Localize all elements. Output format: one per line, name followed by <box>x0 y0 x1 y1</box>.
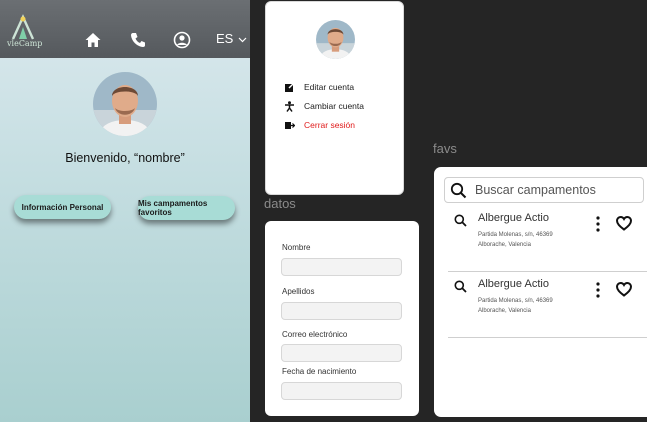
home-screen: vleCamp ES Bienvenido, “nombre” Informac… <box>0 0 250 422</box>
birthdate-field[interactable] <box>281 382 402 400</box>
camp-address: Partida Molenas, s/n, 46369 Alborache, V… <box>478 230 553 250</box>
more-vertical-icon[interactable] <box>596 216 600 232</box>
menu-item-label: Cambiar cuenta <box>304 101 365 111</box>
menu-avatar <box>316 20 355 59</box>
personal-data-form: Nombre Apellidos Correo electrónico Fech… <box>265 221 419 416</box>
avatar-photo <box>316 20 355 59</box>
list-item[interactable]: Albergue Actio Partida Molenas, s/n, 463… <box>448 208 647 272</box>
heart-icon[interactable] <box>616 282 632 297</box>
person-icon <box>285 100 294 112</box>
home-icon[interactable] <box>84 31 102 49</box>
camp-address: Partida Molenas, s/n, 46369 Alborache, V… <box>478 296 553 316</box>
favorite-camps-button[interactable]: Mis campamentos favoritos <box>138 196 235 220</box>
birthdate-label: Fecha de nacimiento <box>282 367 357 376</box>
favorites-panel: Albergue Actio Partida Molenas, s/n, 463… <box>434 167 647 417</box>
chevron-down-icon <box>238 37 247 43</box>
menu-item-edit-account[interactable]: Editar cuenta <box>284 81 354 93</box>
surname-label: Apellidos <box>282 287 315 296</box>
menu-item-label: Cerrar sesión <box>304 120 356 130</box>
app-logo[interactable]: vleCamp <box>7 13 43 55</box>
welcome-text: Bienvenido, “nombre” <box>65 151 185 165</box>
name-field[interactable] <box>281 258 402 276</box>
email-label: Correo electrónico <box>282 330 348 339</box>
search-icon <box>450 182 467 198</box>
logo-text: vleCamp <box>7 39 43 48</box>
camp-address-line: Partida Molenas, s/n, 46369 <box>478 298 553 304</box>
account-menu: Editar cuenta Cambiar cuenta Cerrar sesi… <box>265 1 404 195</box>
camp-address-line: Partida Molenas, s/n, 46369 <box>478 232 553 238</box>
avatar <box>93 72 157 136</box>
avatar-photo <box>93 72 157 136</box>
logout-icon <box>285 121 295 129</box>
language-code: ES <box>216 31 234 46</box>
name-label: Nombre <box>282 243 311 252</box>
favs-section-title: favs <box>433 141 457 156</box>
top-bar: vleCamp ES <box>0 0 250 58</box>
phone-icon[interactable] <box>129 31 147 49</box>
search-icon <box>454 280 467 293</box>
menu-item-logout[interactable]: Cerrar sesión <box>284 119 355 131</box>
language-selector[interactable]: ES <box>216 31 247 46</box>
heart-icon[interactable] <box>616 216 632 231</box>
camp-name: Albergue Actio <box>478 212 549 224</box>
edit-icon <box>285 82 294 92</box>
search-input[interactable] <box>475 183 635 197</box>
list-item[interactable]: Albergue Actio Partida Molenas, s/n, 463… <box>448 274 647 338</box>
camp-name: Albergue Actio <box>478 278 549 290</box>
profile-icon[interactable] <box>173 31 191 49</box>
camp-address-line: Alborache, Valencia <box>478 242 531 248</box>
surname-field[interactable] <box>281 302 402 320</box>
menu-item-label: Editar cuenta <box>304 82 355 92</box>
camp-address-line: Alborache, Valencia <box>478 308 531 314</box>
menu-item-switch-account[interactable]: Cambiar cuenta <box>284 100 364 112</box>
email-field[interactable] <box>281 344 402 362</box>
search-icon <box>454 214 467 227</box>
search-bar[interactable] <box>444 177 644 203</box>
more-vertical-icon[interactable] <box>596 282 600 298</box>
personal-info-button[interactable]: Información Personal <box>14 195 111 219</box>
datos-section-title: datos <box>264 196 296 211</box>
